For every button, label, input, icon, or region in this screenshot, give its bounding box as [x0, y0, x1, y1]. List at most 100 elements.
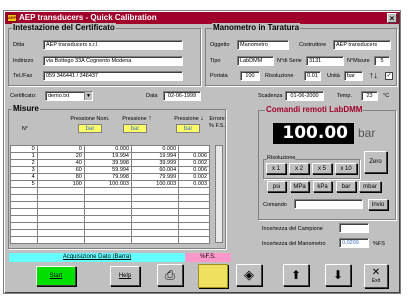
tel-label: Tel./Fax [13, 73, 33, 79]
inc-manometro-label: Incertezza del Manometro [262, 241, 326, 247]
portata-label: Portata [210, 73, 228, 79]
unit-psi-button[interactable]: psi [267, 181, 286, 192]
col-err-unit: % F.S. [209, 123, 225, 129]
up-down-arrows-icon[interactable]: ↑↓ [369, 70, 378, 80]
col-err-header: Errore [209, 116, 225, 122]
table-row[interactable]: 0 0 0.000 0.000 [10, 145, 210, 153]
table-row[interactable]: 2 40 39.998 39.999 0.002 [10, 159, 210, 167]
unit-kpa-button[interactable]: kPa [313, 181, 332, 192]
costruttore-field[interactable]: AEP transducers [333, 40, 391, 50]
serie-label: N°di Serie [277, 58, 302, 64]
window-title: AEP transducers - Quick Calibration [19, 13, 157, 22]
download-button[interactable]: ⬇ [325, 264, 351, 286]
oggetto-field[interactable]: Manometro [237, 40, 289, 50]
up-unit-badge: bar [123, 124, 147, 133]
col-n-header: N° [21, 126, 29, 132]
remote-title: Comandi remoti LabDMM [265, 105, 364, 114]
invio-button[interactable]: Invio [368, 199, 388, 210]
inc-campione-label: Incertezza del Campione [262, 226, 323, 232]
nmisure-label: N°Misure [347, 58, 370, 64]
table-row[interactable] [10, 201, 210, 209]
res-x10-button[interactable]: x 10 [335, 163, 357, 174]
ditta-field[interactable]: AEP transducers s.r.l. [43, 40, 183, 50]
table-row[interactable] [10, 208, 210, 216]
gauge-title: Manometro in Taratura [212, 23, 301, 32]
table-row[interactable]: 4 80 79.998 79.999 0.002 [10, 173, 210, 181]
table-row[interactable] [10, 194, 210, 202]
data-label: Data [146, 93, 158, 99]
unit-mpa-button[interactable]: MPa [290, 181, 309, 192]
scadenza-field[interactable]: 01-06-2000 [285, 91, 324, 101]
table-row[interactable]: 3 60 59.994 60.004 0.006 [10, 166, 210, 174]
arrow-down-icon: ⬇ [332, 268, 344, 282]
close-button[interactable]: × [387, 13, 397, 23]
start-button[interactable]: Start [36, 266, 76, 286]
indirizzo-label: Indirizzo [13, 58, 34, 64]
inc-unit: %FS [373, 241, 385, 247]
unita-label: Unità [327, 73, 340, 79]
table-row[interactable] [10, 229, 210, 237]
misure-title: Misure [12, 104, 40, 113]
costruttore-label: Costruttore [299, 42, 327, 48]
upload-button[interactable]: ⬆ [283, 264, 309, 286]
open-folder-button[interactable] [198, 264, 228, 288]
table-row[interactable] [10, 215, 210, 223]
temp-unit: °C [383, 93, 390, 99]
help-button[interactable]: Help [110, 266, 140, 286]
unit-mbar-button[interactable]: mbar [359, 181, 381, 192]
down-unit-badge: bar [176, 124, 200, 133]
risoluzione-group-label: Risoluzione [267, 155, 296, 161]
arrow-down-icon: ↓ [200, 115, 204, 122]
fs-status: %F.S. [185, 253, 231, 262]
certificato-select[interactable]: demo.txt ▼ [45, 91, 93, 101]
arrow-up-icon: ↑ [148, 115, 152, 122]
scadenza-label: Scadenza [258, 93, 283, 99]
table-row[interactable]: 1 20 19.994 19.994 0.006 [10, 152, 210, 160]
print-button[interactable]: ⎙ [157, 264, 183, 286]
certificato-label: Certificato: [10, 93, 37, 99]
res-x2-button[interactable]: x 2 [289, 163, 309, 174]
unit-bar-button[interactable]: bar [336, 181, 356, 192]
app-logo-icon: AEP [7, 14, 17, 22]
data-field[interactable]: 02-06-1999 [163, 91, 201, 101]
col-nom-header: Pressione Nom. [70, 116, 110, 122]
unita-field[interactable]: bar [344, 71, 363, 81]
printer-icon: ⎙ [165, 267, 175, 282]
misure-table: 0 0 0.000 0.000 1 20 19.994 19.994 0.006 2 40 39.… [10, 145, 210, 244]
col-down-header: Pressione ↓ [174, 115, 204, 122]
table-row[interactable] [10, 236, 210, 244]
clear-button[interactable]: ◈ [236, 264, 262, 286]
reading-unit: bar [358, 126, 376, 140]
table-row[interactable] [10, 187, 210, 195]
serie-field[interactable]: 3131 [306, 56, 344, 66]
ditta-label: Ditta [13, 42, 25, 48]
chevron-down-icon[interactable]: ▼ [84, 92, 92, 100]
tel-field[interactable]: 059 346441 / 346437 [43, 71, 183, 81]
tipo-field[interactable]: LabDMM [237, 56, 274, 66]
comando-label: Comando [263, 202, 287, 208]
tipo-label: Tipo [210, 58, 221, 64]
comando-input[interactable] [294, 199, 363, 209]
oggetto-label: Oggetto [210, 42, 230, 48]
acquisizione-status: Acquisizione Dato (Barra) [9, 253, 185, 262]
risoluzione-field[interactable]: 0.01 [304, 71, 321, 81]
table-scrollbar[interactable] [215, 145, 223, 243]
table-row[interactable] [10, 222, 210, 230]
reading-display: 100.00 [273, 123, 354, 144]
res-x1-button[interactable]: x 1 [266, 163, 286, 174]
indirizzo-field[interactable]: via Bottego 33A Cognento Modena [43, 56, 183, 66]
table-row[interactable]: 5 100 100.003 100.003 0.003 [10, 180, 210, 188]
temp-field[interactable]: 23 [361, 91, 378, 101]
certificate-title: Intestazione del Certificato [12, 23, 116, 32]
inc-campione-field[interactable] [339, 223, 369, 233]
exit-button[interactable]: ✕ Exit [364, 264, 388, 288]
nom-unit-badge: bar [78, 124, 102, 133]
zero-button[interactable]: Zero [364, 151, 387, 173]
nmisure-field[interactable]: 5 [374, 56, 390, 66]
arrow-up-icon: ⬆ [290, 268, 302, 282]
unita-checkbox[interactable]: ✓ [385, 72, 393, 80]
portata-field[interactable]: 100 [240, 71, 260, 81]
eraser-icon: ◈ [244, 267, 254, 282]
res-x5-button[interactable]: x 5 [312, 163, 332, 174]
risoluzione-label: Risoluzione [265, 73, 294, 79]
